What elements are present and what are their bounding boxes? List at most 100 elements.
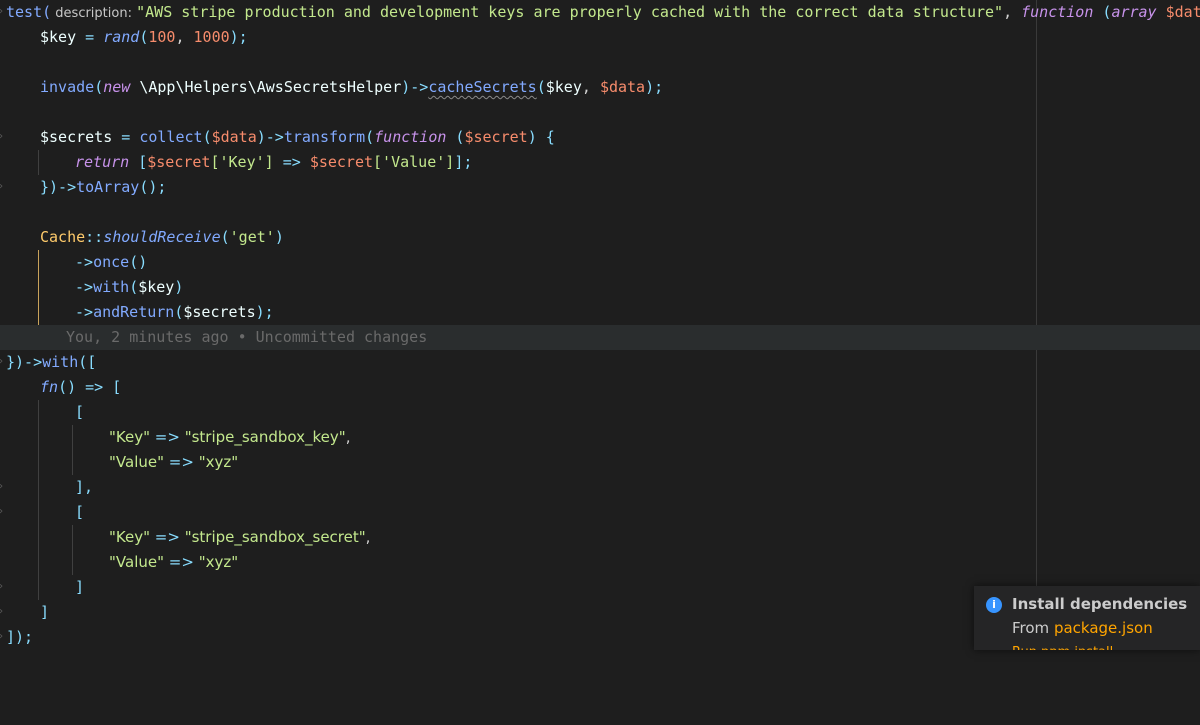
token-punctuation: [ — [129, 153, 148, 171]
code-line[interactable]: › $secrets = collect($data)->transform(f… — [0, 125, 1200, 150]
package-json-link[interactable]: package.json — [1054, 619, 1153, 637]
token-operator: )-> — [401, 78, 429, 96]
token-punctuation: ); — [255, 303, 274, 321]
token-punctuation: () — [129, 253, 148, 271]
token-string: ['Key'] — [210, 153, 274, 171]
token-function: once — [93, 253, 130, 271]
token-operator: => — [164, 553, 199, 571]
token-function: collect — [139, 128, 203, 146]
token-operator: :: — [85, 228, 104, 246]
code-line[interactable]: "Value" => "xyz" — [0, 550, 1200, 575]
code-line[interactable]: invade(new \App\Helpers\AwsSecretsHelper… — [0, 75, 1200, 100]
code-line[interactable]: $key = rand(100, 1000); — [0, 25, 1200, 50]
code-line[interactable]: Cache::shouldReceive('get') — [0, 225, 1200, 250]
token-string: "xyz" — [198, 553, 239, 571]
code-line[interactable]: fn() => [ — [0, 375, 1200, 400]
code-content: "Key" => "stripe_sandbox_key", — [109, 425, 350, 450]
token-punctuation: , — [345, 428, 351, 446]
code-content: ->with($key) — [75, 275, 183, 300]
token-string: "stripe_sandbox_secret" — [184, 528, 366, 546]
token-punctuation: ) — [274, 228, 284, 246]
code-line[interactable]: › test( description: "AWS stripe product… — [0, 0, 1200, 25]
token-keyword: function — [1021, 3, 1094, 21]
parameter-hint-label: description: — [55, 6, 132, 21]
notification-action[interactable]: Run npm install — [1012, 644, 1172, 650]
code-line[interactable]: ->andReturn($secrets); — [0, 300, 1200, 325]
code-line[interactable]: "Key" => "stripe_sandbox_secret", — [0, 525, 1200, 550]
code-line[interactable]: return [$secret['Key'] => $secret['Value… — [0, 150, 1200, 175]
code-content: ->once() — [75, 250, 147, 275]
fold-icon[interactable]: › — [0, 131, 6, 143]
token-punctuation: , — [365, 528, 371, 546]
token-operator: => — [150, 528, 185, 546]
code-content: [ — [75, 503, 85, 521]
token-variable: $secrets — [183, 303, 256, 321]
code-content: })->toArray(); — [40, 175, 166, 200]
code-editor[interactable]: › test( description: "AWS stripe product… — [0, 0, 1200, 650]
token-punctuation: })-> — [40, 178, 77, 196]
code-line[interactable]: ->once() — [0, 250, 1200, 275]
fold-icon[interactable]: › — [0, 181, 6, 193]
git-blame-annotation: You, 2 minutes ago • Uncommitted changes — [66, 328, 428, 346]
code-content: ]); — [6, 628, 34, 646]
token-operator: = — [76, 28, 104, 46]
token-keyword: function — [374, 128, 447, 146]
code-content: ->andReturn($secrets); — [75, 300, 274, 325]
token-punctuation: ( — [536, 78, 546, 96]
token-punctuation: ]; — [454, 153, 473, 171]
code-content: ], — [75, 478, 94, 496]
token-punctuation: ( — [446, 128, 465, 146]
token-number: 1000 — [193, 28, 230, 46]
notification-toast[interactable]: i Install dependencies From package.json… — [974, 586, 1200, 650]
token-keyword: new — [103, 78, 131, 96]
token-variable: $data — [1165, 3, 1200, 21]
token-punctuation: ); — [645, 78, 664, 96]
token-function: transform — [283, 128, 366, 146]
token-operator: -> — [75, 278, 94, 296]
code-line-current[interactable]: You, 2 minutes ago • Uncommitted changes — [0, 325, 1200, 350]
token-operator: )-> — [256, 128, 284, 146]
token-string: "Value" — [109, 553, 164, 571]
fold-icon[interactable]: › — [0, 581, 6, 593]
token-string: ['Value'] — [373, 153, 455, 171]
token-punctuation: , — [1003, 3, 1013, 21]
token-function: fn — [40, 378, 59, 396]
info-icon: i — [986, 597, 1002, 613]
fold-icon[interactable]: › — [0, 606, 6, 618]
token-punctuation: ( — [94, 78, 104, 96]
code-content: invade(new \App\Helpers\AwsSecretsHelper… — [40, 75, 663, 100]
code-line[interactable]: ->with($key) — [0, 275, 1200, 300]
token-punctuation: () => [ — [58, 378, 122, 396]
token-function: with — [93, 278, 130, 296]
code-content: $key = rand(100, 1000); — [40, 25, 248, 50]
token-function: with — [42, 353, 79, 371]
fold-icon[interactable]: › — [0, 506, 6, 518]
code-content: fn() => [ — [40, 375, 121, 400]
code-content: [ — [75, 403, 85, 421]
token-string: "stripe_sandbox_key" — [184, 428, 346, 446]
token-string: "xyz" — [198, 453, 239, 471]
token-punctuation: ( — [365, 128, 375, 146]
token-variable: $secret — [464, 128, 528, 146]
notification-source: From package.json — [1012, 619, 1153, 637]
token-punctuation: })-> — [6, 353, 43, 371]
code-line[interactable]: › ], — [0, 475, 1200, 500]
token-keyword: return — [75, 153, 130, 171]
code-line[interactable]: "Value" => "xyz" — [0, 450, 1200, 475]
code-line[interactable]: › })->with([ — [0, 350, 1200, 375]
token-punctuation: ); — [229, 28, 248, 46]
code-line[interactable]: › [ — [0, 500, 1200, 525]
token-operator: -> — [75, 303, 94, 321]
fold-icon[interactable]: › — [0, 481, 6, 493]
code-line[interactable]: [ — [0, 400, 1200, 425]
code-content: "Value" => "xyz" — [109, 450, 238, 475]
token-function: invade — [40, 78, 95, 96]
code-line[interactable]: › })->toArray(); — [0, 175, 1200, 200]
token-operator: = — [112, 128, 140, 146]
token-punctuation: , — [581, 78, 600, 96]
token-method-warning[interactable]: cacheSecrets — [428, 78, 536, 96]
token-punctuation: ( — [202, 128, 212, 146]
token-function: shouldReceive — [103, 228, 221, 246]
code-line[interactable]: "Key" => "stripe_sandbox_key", — [0, 425, 1200, 450]
token-variable: $key — [138, 278, 175, 296]
